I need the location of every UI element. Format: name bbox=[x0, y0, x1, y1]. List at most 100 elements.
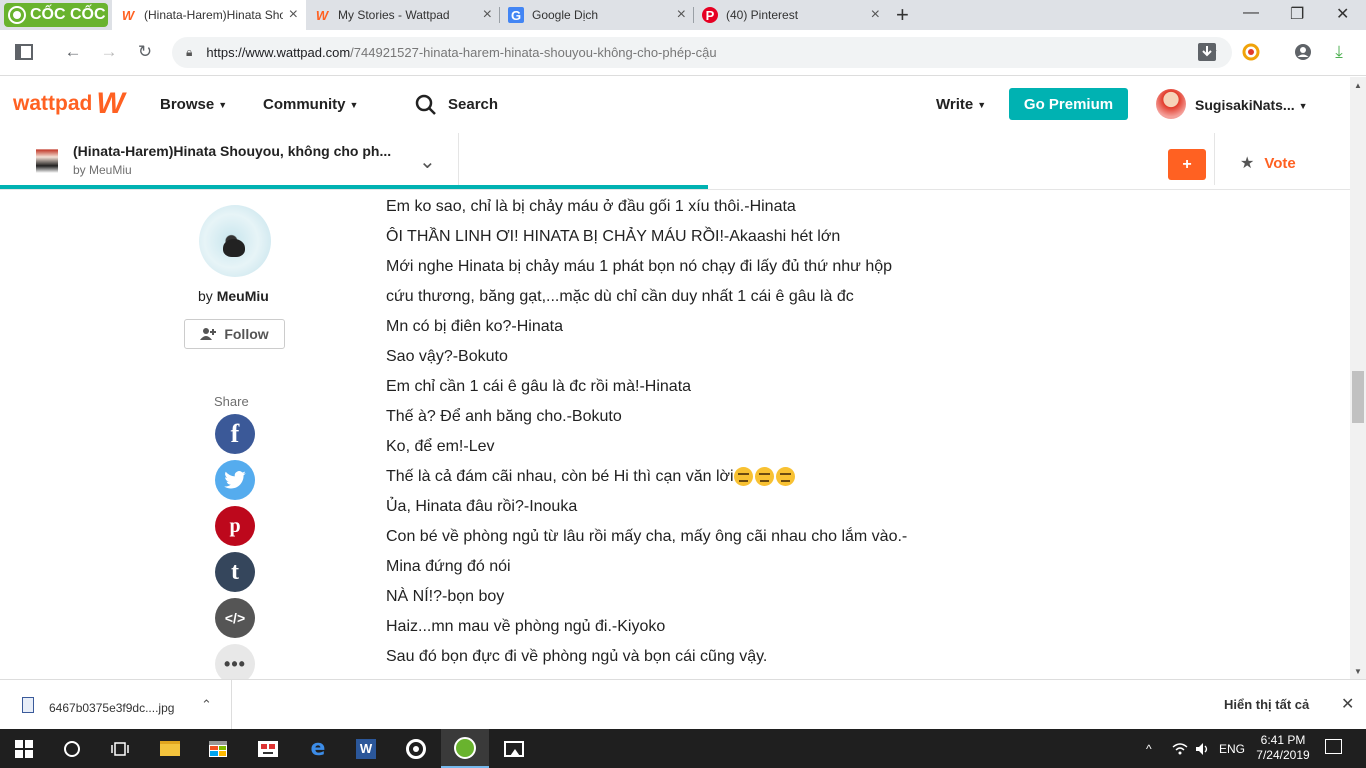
wattpad-logo-text: wattpad bbox=[13, 92, 93, 115]
coccoc-taskbar-icon[interactable] bbox=[441, 729, 489, 768]
store-bag-icon bbox=[209, 740, 227, 757]
author-name[interactable]: MeuMiu bbox=[217, 288, 269, 304]
coccoc-logo[interactable]: CỐC CỐC bbox=[4, 3, 108, 27]
download-arrow-icon[interactable]: ⤓ bbox=[1328, 41, 1350, 63]
task-view-icon[interactable] bbox=[96, 729, 144, 768]
photos-app-icon[interactable] bbox=[490, 729, 538, 768]
snipping-tool-icon[interactable] bbox=[244, 729, 292, 768]
user-menu[interactable]: SugisakiNats... ▼ bbox=[1195, 97, 1308, 113]
reload-icon[interactable]: ↻ bbox=[134, 41, 156, 63]
tab-google-translate[interactable]: G Google Dịch × bbox=[500, 0, 694, 30]
embed-code-icon[interactable]: </> bbox=[215, 598, 255, 638]
wattpad-header: wattpad W Browse ▼ Community ▼ Search Writ… bbox=[0, 77, 1366, 133]
show-all-downloads-link[interactable]: Hiển thị tất cả bbox=[1224, 697, 1309, 712]
caret-down-icon: ▼ bbox=[1298, 101, 1308, 112]
close-icon[interactable]: × bbox=[483, 6, 492, 24]
story-line: Sau đó bọn đực đi về phòng ngủ và bọn cá… bbox=[386, 648, 768, 665]
pinterest-share-icon[interactable]: p bbox=[215, 506, 255, 546]
facebook-share-icon[interactable]: f bbox=[215, 414, 255, 454]
network-icon[interactable] bbox=[1172, 729, 1188, 768]
search-icon[interactable] bbox=[415, 94, 437, 116]
url-host: https://www.wattpad.com bbox=[206, 45, 351, 60]
restore-icon[interactable]: ❐ bbox=[1290, 4, 1304, 24]
story-line: Sao vậy?-Bokuto bbox=[386, 348, 508, 365]
story-line: Thế à? Để anh băng cho.-Bokuto bbox=[386, 408, 622, 425]
user-avatar[interactable] bbox=[1156, 89, 1186, 119]
file-explorer-icon[interactable] bbox=[146, 729, 194, 768]
story-title[interactable]: (Hinata-Harem)Hinata Shouyou, không cho … bbox=[73, 143, 391, 159]
action-center-icon[interactable] bbox=[1325, 739, 1342, 754]
tab-wattpad-story[interactable]: W (Hinata-Harem)Hinata Sho × bbox=[112, 0, 306, 30]
window-close-icon[interactable]: ✕ bbox=[1336, 4, 1349, 24]
twitter-share-icon[interactable] bbox=[215, 460, 255, 500]
story-cover[interactable] bbox=[36, 141, 58, 181]
scroll-down-icon[interactable]: ▼ bbox=[1350, 663, 1366, 679]
download-manager-icon[interactable] bbox=[1196, 41, 1218, 63]
page-scrollbar[interactable]: ▲ ▼ bbox=[1350, 77, 1366, 679]
tumblr-share-icon[interactable]: t bbox=[215, 552, 255, 592]
word-app-icon[interactable]: W bbox=[342, 729, 390, 768]
vote-button[interactable]: ★ Vote bbox=[1240, 153, 1296, 173]
profile-icon[interactable] bbox=[1292, 41, 1314, 63]
show-hidden-icons[interactable]: ^ bbox=[1146, 729, 1152, 768]
caret-down-icon: ▼ bbox=[977, 100, 987, 111]
scroll-up-icon[interactable]: ▲ bbox=[1350, 77, 1366, 93]
tab-my-stories[interactable]: W My Stories - Wattpad × bbox=[306, 0, 500, 30]
story-line: Em chỉ cần 1 cái ê gâu là đc rồi mà!-Hin… bbox=[386, 378, 692, 395]
search-button[interactable]: Search bbox=[448, 96, 498, 113]
close-download-bar-icon[interactable]: ✕ bbox=[1341, 694, 1354, 714]
chevron-down-icon[interactable]: ⌄ bbox=[419, 149, 436, 174]
browse-menu[interactable]: Browse ▼ bbox=[160, 96, 227, 113]
edge-browser-icon[interactable]: e bbox=[294, 729, 342, 768]
community-menu[interactable]: Community ▼ bbox=[263, 96, 358, 113]
follow-button[interactable]: Follow bbox=[184, 319, 285, 349]
coccoc-extension-icon[interactable] bbox=[1240, 41, 1262, 63]
minimize-icon[interactable]: — bbox=[1243, 4, 1259, 22]
tab-pinterest[interactable]: P (40) Pinterest × bbox=[694, 0, 888, 30]
browser-toolbar: ← → ↻ 🔒︎ https://www.wattpad.com/7449215… bbox=[0, 30, 1366, 76]
story-line: Haiz...mn mau về phòng ngủ đi.-Kiyoko bbox=[386, 618, 666, 635]
back-arrow-icon[interactable]: ← bbox=[62, 41, 84, 63]
sidebar-toggle-icon[interactable] bbox=[13, 41, 35, 63]
language-indicator[interactable]: ENG bbox=[1219, 729, 1245, 768]
store-icon[interactable] bbox=[194, 729, 242, 768]
close-icon[interactable]: × bbox=[871, 6, 880, 24]
scrollbar-thumb[interactable] bbox=[1352, 371, 1364, 423]
story-line: Ko, để em!-Lev bbox=[386, 438, 495, 455]
go-premium-button[interactable]: Go Premium bbox=[1009, 88, 1128, 120]
media-app-icon[interactable] bbox=[392, 729, 440, 768]
add-to-library-button[interactable]: + bbox=[1168, 149, 1206, 180]
write-menu[interactable]: Write ▼ bbox=[936, 96, 986, 113]
caret-down-icon: ▼ bbox=[349, 100, 359, 111]
author-by-prefix: by bbox=[198, 288, 213, 304]
story-line-text: Thế là cả đám cãi nhau, còn bé Hi thì cạ… bbox=[386, 468, 734, 485]
username: SugisakiNats... bbox=[1195, 97, 1295, 113]
wattpad-logo[interactable]: wattpad W bbox=[13, 89, 125, 119]
story-line: Ủa, Hinata đâu rồi?-Inouka bbox=[386, 498, 578, 515]
volume-icon[interactable] bbox=[1195, 729, 1211, 768]
google-translate-icon: G bbox=[508, 7, 524, 23]
expressionless-emoji-icon bbox=[754, 467, 774, 487]
cortana-search-icon[interactable] bbox=[48, 729, 96, 768]
new-tab-button[interactable]: + bbox=[896, 2, 909, 28]
coccoc-logo-icon bbox=[8, 6, 26, 24]
tab-title: My Stories - Wattpad bbox=[338, 8, 450, 22]
address-bar[interactable]: 🔒︎ https://www.wattpad.com/744921527-hin… bbox=[172, 37, 1232, 68]
close-icon[interactable]: × bbox=[677, 6, 686, 24]
vote-label: Vote bbox=[1264, 154, 1296, 172]
forward-arrow-icon[interactable]: → bbox=[98, 41, 120, 63]
chevron-up-icon[interactable]: ⌃ bbox=[201, 697, 212, 713]
download-item[interactable]: 6467b0375e3f9dc....jpg ⌃ bbox=[0, 680, 232, 729]
browser-tab-strip: CỐC CỐC W (Hinata-Harem)Hinata Sho × W M… bbox=[0, 0, 1366, 30]
author-avatar[interactable] bbox=[199, 205, 271, 277]
start-button[interactable] bbox=[0, 729, 48, 768]
tab-title: Google Dịch bbox=[532, 8, 599, 22]
folder-icon bbox=[160, 741, 180, 756]
reading-progress-bar bbox=[0, 185, 1366, 189]
edge-icon: e bbox=[310, 736, 326, 761]
pinterest-icon: P bbox=[702, 7, 718, 23]
close-icon[interactable]: × bbox=[289, 6, 298, 24]
system-clock[interactable]: 6:41 PM 7/24/2019 bbox=[1253, 733, 1313, 763]
story-line: NÀ NÍ!?-bọn boy bbox=[386, 588, 505, 605]
more-options-icon[interactable]: ••• bbox=[215, 644, 255, 679]
